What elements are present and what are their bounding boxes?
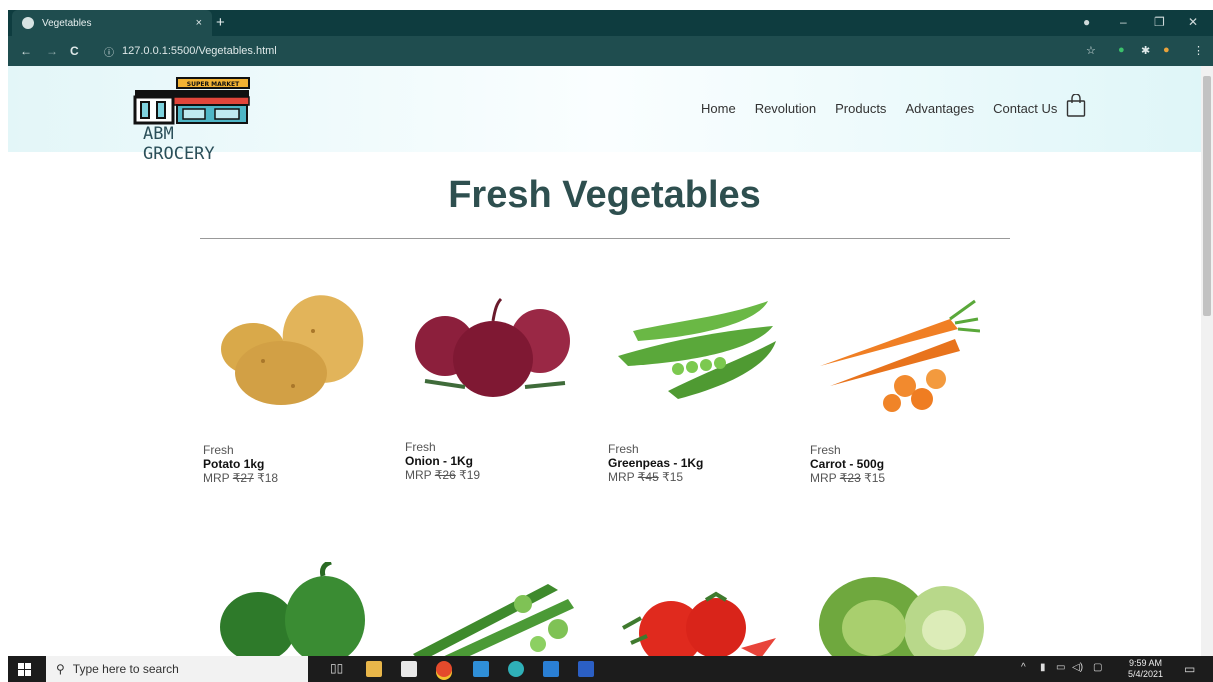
tray-chevron-icon[interactable]: ^: [1021, 662, 1026, 673]
extensions-puzzle-icon[interactable]: ✱: [1141, 44, 1150, 57]
url-text: 127.0.0.1:5500/Vegetables.html: [122, 45, 277, 57]
store-icon: SUPER MARKET: [133, 77, 250, 125]
window-close-button[interactable]: ✕: [1188, 15, 1198, 29]
bookmark-star-icon[interactable]: ☆: [1086, 44, 1096, 57]
nav-products[interactable]: Products: [835, 101, 886, 116]
mrp-value: ₹27: [232, 471, 254, 485]
potato-image: [221, 295, 364, 405]
product-name: Greenpeas - 1Kg: [608, 456, 704, 470]
product-name: Onion - 1Kg: [405, 454, 473, 468]
mrp-value: ₹23: [839, 471, 861, 485]
product-fresh-label: Fresh: [608, 442, 639, 456]
product-price: MRP ₹45 ₹15: [608, 470, 683, 484]
product-name: Potato 1kg: [203, 457, 265, 471]
browser-menu-icon[interactable]: ⋮: [1193, 44, 1204, 57]
logo-text: ABM GROCERY: [143, 124, 215, 164]
tomato-image[interactable]: [611, 588, 781, 656]
new-tab-button[interactable]: +: [216, 14, 225, 31]
tab-title: Vegetables: [42, 17, 92, 29]
windows-start-icon[interactable]: [18, 663, 31, 676]
tray-app-icon[interactable]: ▮: [1040, 662, 1046, 673]
mrp-label: MRP: [810, 471, 837, 485]
product-fresh-label: Fresh: [203, 443, 234, 457]
product-card-carrot[interactable]: Fresh Carrot - 500g MRP ₹23 ₹15: [810, 291, 980, 491]
web-page: SUPER MARKET ABM GROCERY Home Revolution…: [8, 66, 1201, 656]
chrome-icon[interactable]: [436, 661, 452, 677]
clock-time: 9:59 AM: [1129, 658, 1163, 668]
nav-revolution[interactable]: Revolution: [755, 101, 816, 116]
url-bar[interactable]: ⓘ 127.0.0.1:5500/Vegetables.html: [98, 40, 1078, 62]
mrp-value: ₹45: [637, 470, 659, 484]
vscode-icon[interactable]: [543, 661, 559, 677]
taskbar-search-placeholder: Type here to search: [72, 662, 179, 676]
minimize-button[interactable]: –: [1120, 15, 1127, 29]
product-card-potato[interactable]: Fresh Potato 1kg MRP ₹27 ₹18: [203, 291, 373, 491]
taskbar-clock[interactable]: 9:59 AM 5/4/2021: [1128, 658, 1163, 680]
sale-price: ₹15: [864, 471, 886, 485]
edge-icon[interactable]: [508, 661, 524, 677]
mrp-value: ₹26: [434, 468, 456, 482]
tab-close-button[interactable]: ×: [196, 17, 202, 29]
network-icon[interactable]: ▢: [1093, 662, 1102, 673]
volume-icon[interactable]: ◁): [1072, 662, 1083, 673]
clock-date: 5/4/2021: [1128, 669, 1164, 679]
word-icon[interactable]: [578, 661, 594, 677]
taskbar-search-box[interactable]: ⚲ Type here to search: [46, 656, 308, 682]
product-name: Carrot - 500g: [810, 457, 885, 471]
greenpeas-image: [618, 301, 776, 399]
browser-tab-strip: Vegetables × + ● – ❐ ✕: [8, 10, 1213, 36]
profile-avatar[interactable]: ●: [1163, 44, 1170, 56]
ladyfinger-image[interactable]: [408, 574, 578, 656]
main-nav: Home Revolution Products Advantages Cont…: [701, 101, 1057, 116]
nav-contact-us[interactable]: Contact Us: [993, 101, 1057, 116]
browser-tab[interactable]: Vegetables ×: [12, 10, 212, 36]
carrot-image: [820, 299, 980, 412]
address-toolbar: ← → C ⓘ 127.0.0.1:5500/Vegetables.html ☆…: [8, 36, 1213, 66]
page-title: Fresh Vegetables: [448, 174, 761, 216]
mail-icon[interactable]: [473, 661, 489, 677]
store-icon[interactable]: [401, 661, 417, 677]
product-card-greenpeas[interactable]: Fresh Greenpeas - 1Kg MRP ₹45 ₹15: [608, 291, 778, 491]
mrp-label: MRP: [608, 470, 635, 484]
title-divider: [200, 238, 1010, 239]
product-card-onion[interactable]: Fresh Onion - 1Kg MRP ₹26 ₹19: [405, 291, 575, 491]
search-icon: ⚲: [56, 662, 65, 676]
forward-button[interactable]: →: [46, 44, 58, 58]
onion-image: [415, 297, 570, 397]
windows-taskbar: ⚲ Type here to search ▯▯ ^ ▮ ▭ ◁) ▢ 9:59…: [8, 656, 1213, 682]
nav-home[interactable]: Home: [701, 101, 736, 116]
reload-button[interactable]: C: [70, 44, 79, 58]
capsicum-image[interactable]: [213, 562, 373, 656]
battery-icon[interactable]: ▭: [1056, 662, 1065, 673]
mrp-label: MRP: [405, 468, 432, 482]
product-fresh-label: Fresh: [810, 443, 841, 457]
profile-dropdown-icon[interactable]: ●: [1083, 15, 1090, 29]
notification-icon[interactable]: ▭: [1184, 662, 1195, 676]
shopping-bag-icon[interactable]: [1066, 94, 1086, 118]
cabbage-image[interactable]: [814, 570, 984, 656]
mrp-label: MRP: [203, 471, 230, 485]
maximize-button[interactable]: ❐: [1154, 15, 1165, 29]
page-scrollbar[interactable]: [1201, 66, 1213, 656]
product-price: MRP ₹26 ₹19: [405, 468, 480, 482]
sale-price: ₹19: [459, 468, 481, 482]
product-price: MRP ₹23 ₹15: [810, 471, 885, 485]
task-view-icon[interactable]: ▯▯: [330, 661, 346, 677]
scrollbar-thumb[interactable]: [1203, 76, 1211, 316]
file-explorer-icon[interactable]: [366, 661, 382, 677]
site-logo[interactable]: SUPER MARKET ABM GROCERY: [133, 76, 253, 164]
sale-price: ₹18: [257, 471, 279, 485]
logo-sign-text: SUPER MARKET: [187, 81, 240, 88]
product-fresh-label: Fresh: [405, 440, 436, 454]
product-price: MRP ₹27 ₹18: [203, 471, 278, 485]
info-icon[interactable]: ⓘ: [104, 44, 114, 59]
globe-icon: [22, 17, 34, 29]
back-button[interactable]: ←: [20, 44, 32, 58]
sale-price: ₹15: [662, 470, 684, 484]
extension-shield-icon[interactable]: ●: [1118, 44, 1125, 56]
nav-advantages[interactable]: Advantages: [905, 101, 974, 116]
site-header: SUPER MARKET ABM GROCERY Home Revolution…: [8, 66, 1201, 164]
